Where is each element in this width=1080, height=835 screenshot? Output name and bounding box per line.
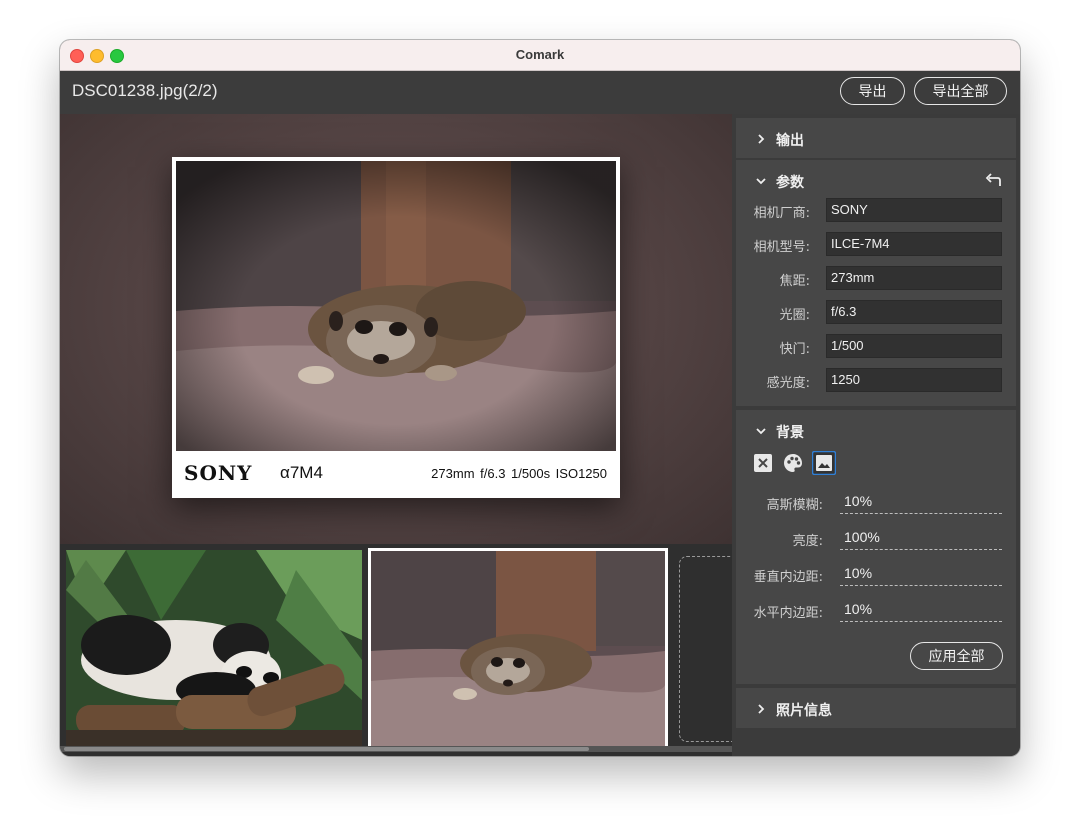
camera-model-label: α7M4 [280, 463, 323, 482]
iso-label: 感光度: [766, 376, 810, 391]
none-icon[interactable] [752, 452, 774, 474]
export-all-button[interactable]: 导出全部 [914, 77, 1007, 105]
file-name: DSC01238.jpg(2/2) [72, 81, 218, 100]
iso-field[interactable]: 1250 [826, 368, 1002, 392]
background-type-options [752, 451, 842, 476]
image-icon[interactable] [812, 451, 836, 475]
shutter-label: 快门: [779, 342, 810, 357]
camera-model-field[interactable]: ILCE-7M4 [826, 232, 1002, 256]
brightness-field[interactable]: 100% [840, 526, 1002, 550]
toolbar: DSC01238.jpg(2/2) 导出 导出全部 [60, 71, 1020, 114]
camera-maker-label: 相机厂商: [753, 206, 810, 221]
chevron-right-icon [758, 134, 765, 144]
framed-photo-card: SONY α7M4 273mm f/6.3 1/500s ISO1250 [172, 157, 620, 498]
photo-info-panel-title: 照片信息 [776, 703, 832, 719]
brightness-label: 亮度: [792, 534, 823, 549]
meerkat-photo [176, 161, 616, 451]
chevron-down-icon [756, 178, 766, 185]
thumbnail-meerkat-selected[interactable] [368, 548, 668, 749]
focal-length-label: 焦距: [779, 274, 810, 289]
thumbnail-panda[interactable] [66, 550, 362, 747]
output-panel: 输出 [736, 118, 1016, 158]
camera-model-field-label: 相机型号: [753, 240, 810, 255]
horizontal-padding-field[interactable]: 10% [840, 598, 1002, 622]
output-panel-title: 输出 [776, 133, 804, 149]
output-panel-header[interactable]: 输出 [736, 118, 1016, 160]
chevron-right-icon [758, 704, 765, 714]
horizontal-padding-label: 水平内边距: [753, 606, 823, 621]
settings-sidebar: 输出 参数 相机厂商: SONY 相机型号: ILCE-7M4 焦距: 273m… [732, 114, 1020, 756]
chevron-down-icon [756, 428, 766, 435]
exif-params-label: 273mm f/6.3 1/500s ISO1250 [431, 466, 607, 481]
brand-logo: SONY [184, 461, 253, 485]
params-panel-header[interactable]: 参数 [736, 160, 1016, 202]
photo-info-panel: 照片信息 [736, 688, 1016, 728]
focal-length-field[interactable]: 273mm [826, 266, 1002, 290]
apply-all-button[interactable]: 应用全部 [910, 642, 1003, 670]
preview-canvas: SONY α7M4 273mm f/6.3 1/500s ISO1250 [60, 114, 732, 544]
export-button[interactable]: 导出 [840, 77, 905, 105]
background-panel-title: 背景 [776, 425, 804, 441]
filmstrip-scrollbar[interactable] [60, 746, 732, 752]
app-window: Comark DSC01238.jpg(2/2) 导出 导出全部 SONY α7… [60, 40, 1020, 756]
vertical-padding-label: 垂直内边距: [753, 570, 823, 585]
filmstrip [60, 544, 739, 756]
shutter-field[interactable]: 1/500 [826, 334, 1002, 358]
aperture-field[interactable]: f/6.3 [826, 300, 1002, 324]
title-bar: Comark [60, 40, 1020, 71]
camera-maker-field[interactable]: SONY [826, 198, 1002, 222]
photo-info-panel-header[interactable]: 照片信息 [736, 688, 1016, 730]
vertical-padding-field[interactable]: 10% [840, 562, 1002, 586]
background-panel: 背景 高斯模糊: 10% 亮度: 100% 垂直内边距: 10% 水平内边距: … [736, 410, 1016, 684]
add-photo-slot[interactable] [679, 556, 739, 742]
palette-icon[interactable] [782, 452, 804, 474]
aperture-label: 光圈: [779, 308, 810, 323]
params-panel-title: 参数 [776, 175, 804, 191]
scrollbar-thumb[interactable] [64, 747, 589, 751]
background-panel-header[interactable]: 背景 [736, 410, 1016, 452]
window-title: Comark [515, 47, 565, 62]
gaussian-blur-label: 高斯模糊: [766, 498, 823, 513]
params-panel: 参数 相机厂商: SONY 相机型号: ILCE-7M4 焦距: 273mm 光… [736, 160, 1016, 406]
undo-icon[interactable] [984, 173, 1002, 189]
gaussian-blur-field[interactable]: 10% [840, 490, 1002, 514]
